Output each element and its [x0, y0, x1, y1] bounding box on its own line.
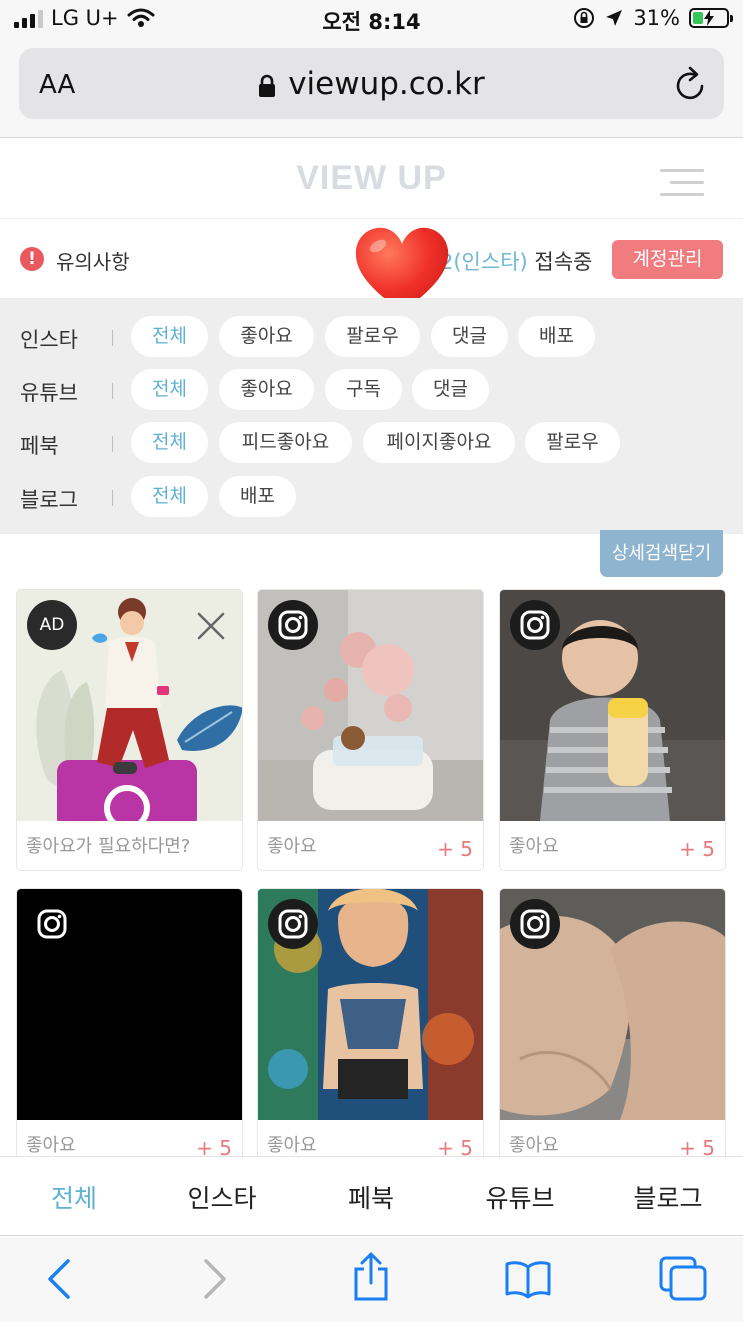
instagram-icon — [510, 899, 560, 949]
chip-instagram-follow[interactable]: 팔로우 — [325, 316, 420, 357]
filter-row-youtube: 유튜브 전체 좋아요 구독 댓글 — [0, 369, 743, 411]
chip-instagram-like[interactable]: 좋아요 — [219, 316, 314, 357]
filter-row-label: 블로그 — [20, 488, 78, 512]
connected-label: 접속중 — [534, 250, 593, 274]
card-caption: 좋아요가 필요하다면? — [26, 836, 191, 857]
reward-points: + 5 — [679, 837, 715, 861]
menu-icon[interactable] — [660, 169, 704, 197]
address-bar[interactable]: AA viewup.co.kr — [19, 48, 724, 119]
chip-blog-all[interactable]: 전체 — [131, 476, 208, 517]
divider — [112, 436, 113, 452]
battery-icon — [689, 8, 733, 28]
status-bar: LG U+ 오전 8:14 31% — [0, 0, 743, 40]
post-card[interactable]: 좋아요 + 5 — [499, 888, 726, 1170]
chip-facebook-follow[interactable]: 팔로우 — [525, 422, 620, 463]
filter-row-label: 인스타 — [20, 328, 78, 352]
chip-youtube-all[interactable]: 전체 — [131, 369, 208, 410]
chip-instagram-all[interactable]: 전체 — [131, 316, 208, 357]
chip-youtube-like[interactable]: 좋아요 — [219, 369, 314, 410]
chip-instagram-comment[interactable]: 댓글 — [431, 316, 508, 357]
battery-percent: 31% — [633, 6, 680, 30]
tab-blog[interactable]: 블로그 — [594, 1179, 742, 1215]
tab-instagram[interactable]: 인스타 — [148, 1179, 296, 1215]
filter-row-blog: 블로그 전체 배포 — [0, 476, 743, 518]
notice-link[interactable]: 유의사항 — [56, 246, 130, 275]
filter-panel: 인스타 전체 좋아요 팔로우 댓글 배포 유튜브 전체 좋아요 구독 댓글 페북… — [0, 298, 743, 534]
connection-status: 2(인스타) 접속중 — [440, 246, 592, 276]
share-icon[interactable] — [350, 1251, 392, 1303]
tab-facebook[interactable]: 페북 — [297, 1179, 445, 1215]
card-caption: 좋아요 — [267, 836, 317, 857]
account-name: 2(인스타) — [440, 250, 528, 274]
instagram-icon — [268, 899, 318, 949]
card-caption: 좋아요 — [267, 1135, 317, 1156]
card-caption: 좋아요 — [509, 836, 559, 857]
browser-toolbar — [0, 1237, 743, 1322]
bottom-tab-bar: 전체 인스타 페북 유튜브 블로그 — [0, 1156, 743, 1236]
chip-facebook-page-like[interactable]: 페이지좋아요 — [363, 422, 515, 463]
chip-blog-distribute[interactable]: 배포 — [219, 476, 296, 517]
ad-badge: AD — [27, 600, 77, 650]
card-caption: 좋아요 — [509, 1135, 559, 1156]
reload-icon[interactable] — [674, 66, 708, 102]
instagram-icon — [510, 600, 560, 650]
ad-card[interactable]: AD 좋아요가 필요하다면? — [16, 589, 243, 871]
url-text: viewup.co.kr — [288, 66, 485, 102]
reward-points: + 5 — [437, 837, 473, 861]
tab-all[interactable]: 전체 — [0, 1179, 148, 1215]
divider — [112, 383, 113, 399]
browser-address-area: AA viewup.co.kr — [0, 40, 743, 138]
account-manage-button[interactable]: 계정관리 — [612, 240, 723, 279]
post-card[interactable]: 좋아요 + 5 — [499, 589, 726, 871]
warning-icon: ! — [20, 247, 44, 271]
post-card[interactable]: 좋아요 + 5 — [257, 888, 484, 1170]
filter-row-instagram: 인스타 전체 좋아요 팔로우 댓글 배포 — [0, 316, 743, 358]
site-header: VIEW UP — [0, 139, 743, 219]
post-card[interactable]: 좋아요 + 5 — [16, 888, 243, 1170]
post-card[interactable]: 좋아요 + 5 — [257, 589, 484, 871]
filter-row-label: 페북 — [20, 434, 59, 458]
close-icon[interactable] — [195, 610, 227, 642]
chip-facebook-all[interactable]: 전체 — [131, 422, 208, 463]
orientation-lock-icon — [574, 8, 595, 28]
divider — [112, 330, 113, 346]
instagram-icon — [27, 899, 77, 949]
chip-youtube-comment[interactable]: 댓글 — [412, 369, 489, 410]
back-icon[interactable] — [44, 1257, 76, 1301]
tabs-icon[interactable] — [658, 1255, 710, 1303]
filter-row-label: 유튜브 — [20, 381, 78, 405]
chip-instagram-distribute[interactable]: 배포 — [518, 316, 595, 357]
chip-facebook-feed-like[interactable]: 피드좋아요 — [219, 422, 352, 463]
forward-icon[interactable] — [198, 1257, 230, 1301]
instagram-icon — [268, 600, 318, 650]
tab-youtube[interactable]: 유튜브 — [446, 1179, 594, 1215]
chip-youtube-subscribe[interactable]: 구독 — [325, 369, 402, 410]
close-detail-search-button[interactable]: 상세검색닫기 — [600, 530, 723, 577]
location-arrow-icon — [606, 10, 623, 26]
card-caption: 좋아요 — [26, 1135, 76, 1156]
divider — [112, 490, 113, 506]
bookmarks-icon[interactable] — [504, 1259, 552, 1299]
lock-icon — [259, 74, 276, 97]
filter-row-facebook: 페북 전체 피드좋아요 페이지좋아요 팔로우 — [0, 422, 743, 464]
site-logo[interactable]: VIEW UP — [0, 159, 743, 198]
